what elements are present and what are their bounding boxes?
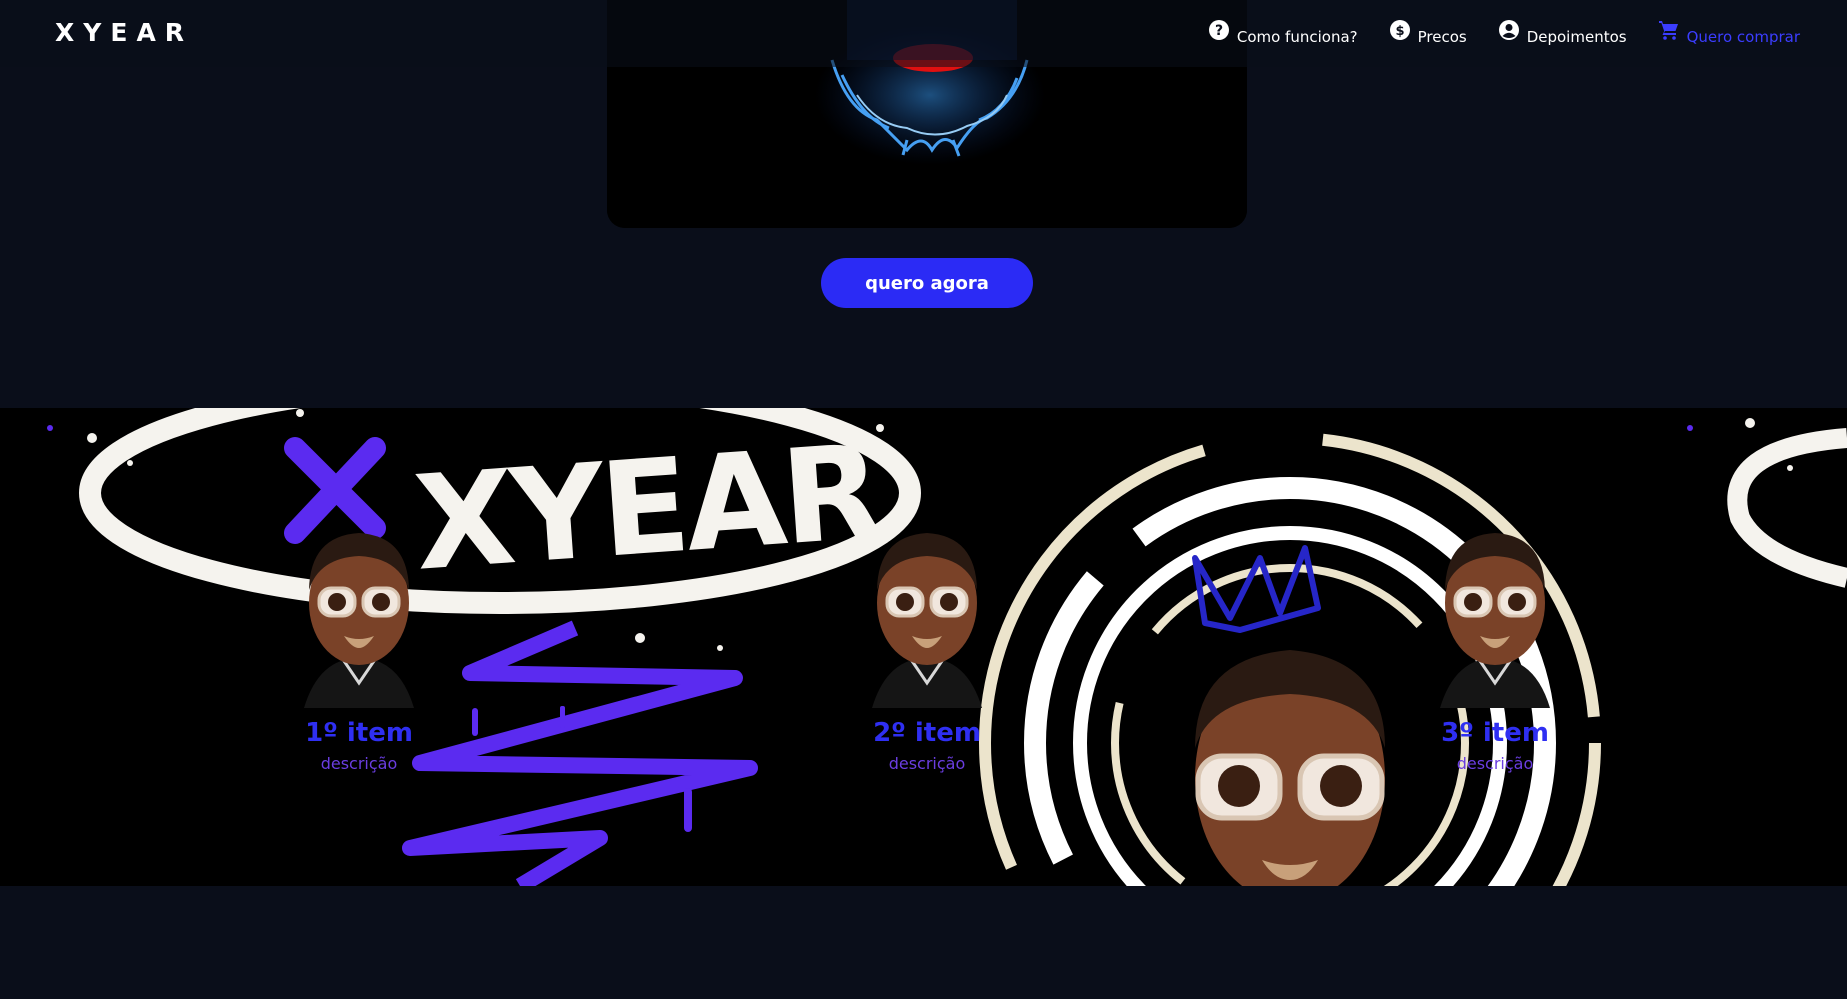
site-logo[interactable]: XYEAR [55,18,193,47]
shopping-cart-icon [1658,21,1678,40]
nav-label: Como funciona? [1236,28,1358,46]
nav-item-quero-comprar[interactable]: Quero comprar [1657,18,1800,46]
graffiti-scribble [402,620,758,886]
dollar-circle-icon: $ [1389,20,1410,40]
svg-text:?: ? [1215,23,1223,39]
nav-item-precos[interactable]: $ Precos [1388,18,1467,46]
spray-arc-right [1727,428,1847,588]
crown-doodle [1192,545,1321,633]
svg-text:$: $ [1395,24,1404,39]
main-nav: ? Como funciona? $ Precos Depoimentos Qu… [1207,18,1800,46]
step-description: descrição [320,754,398,773]
step-description: descrição [888,754,966,773]
nav-label: Quero comprar [1686,28,1800,46]
nav-item-como-funciona[interactable]: ? Como funciona? [1207,18,1358,46]
page: XYEAR ? Como funciona? $ Precos Depoimen… [0,0,1847,999]
step-title: 1º item [305,718,413,748]
help-circle-icon: ? [1208,20,1229,40]
nav-item-depoimentos[interactable]: Depoimentos [1497,18,1627,46]
nav-label: Depoimentos [1526,28,1627,46]
step-card: 2º item descrição [827,508,1027,773]
avatar-image [872,533,982,708]
nav-label: Precos [1417,28,1467,46]
featured-avatar-image [1195,650,1385,886]
account-circle-icon [1498,20,1519,40]
step-card: 3º item descrição [1395,508,1595,773]
step-title: 3º item [1441,718,1549,748]
cta-button[interactable]: quero agora [821,258,1033,308]
step-description: descrição [1456,754,1534,773]
step-title: 2º item [873,718,981,748]
avatar-image [304,533,414,708]
graffiti-banner-text: XYEAR [410,416,885,600]
top-navbar: XYEAR ? Como funciona? $ Precos Depoimen… [0,0,1847,67]
bottom-section [0,886,1847,999]
step-card: 1º item descrição [259,508,459,773]
avatar-image [1440,533,1550,708]
steps-section: XYEAR 1º item descrição 2º item descriçã… [0,408,1847,886]
